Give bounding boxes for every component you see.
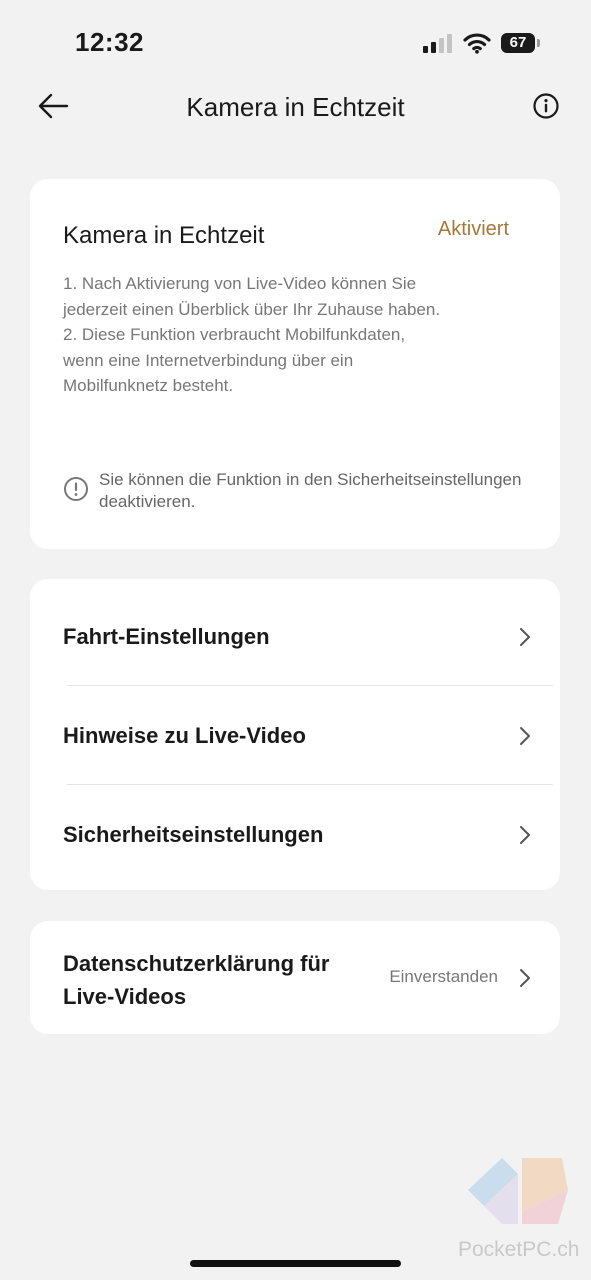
status-bar: 12:32 67 <box>0 0 591 88</box>
menu-item-sicherheitseinstellungen[interactable]: Sicherheitseinstellungen <box>30 785 560 884</box>
arrow-left-icon[interactable] <box>34 87 74 125</box>
chevron-right-icon <box>520 628 530 646</box>
wifi-icon <box>463 33 491 54</box>
menu-item-label: Hinweise zu Live-Video <box>63 723 306 748</box>
menu-item-fahrt-einstellungen[interactable]: Fahrt-Einstellungen <box>30 587 560 686</box>
battery-level: 67 <box>509 34 527 51</box>
info-circle-icon[interactable] <box>532 92 560 120</box>
chevron-right-icon <box>520 826 530 844</box>
live-camera-status[interactable]: Aktiviert <box>438 218 509 241</box>
menu-item-label: Fahrt-Einstellungen <box>63 624 270 649</box>
live-camera-title: Kamera in Echtzeit <box>63 222 265 249</box>
chevron-right-icon <box>520 969 530 987</box>
settings-menu-card: Fahrt-Einstellungen Hinweise zu Live-Vid… <box>30 579 560 890</box>
privacy-policy-status: Einverstanden <box>389 967 498 986</box>
menu-item-label: Sicherheitseinstellungen <box>63 822 324 847</box>
cellular-signal-icon <box>423 34 452 53</box>
nav-bar: Kamera in Echtzeit <box>0 80 591 132</box>
live-camera-card: Kamera in Echtzeit Aktiviert 1. Nach Akt… <box>30 179 560 549</box>
watermark-text: PocketPC.ch <box>458 1238 580 1261</box>
privacy-policy-row[interactable]: Datenschutzerklärung für Live-Videos Ein… <box>30 921 560 1034</box>
menu-item-hinweise-live-video[interactable]: Hinweise zu Live-Video <box>30 686 560 785</box>
status-time: 12:32 <box>75 27 144 57</box>
page-title: Kamera in Echtzeit <box>186 92 405 122</box>
chevron-right-icon <box>520 727 530 745</box>
description-line-1: 1. Nach Aktivierung von Live-Video könne… <box>63 274 441 319</box>
live-camera-description: 1. Nach Aktivierung von Live-Video könne… <box>63 271 443 399</box>
home-indicator[interactable] <box>190 1260 401 1267</box>
hint-text: Sie können die Funktion in den Sicherhei… <box>99 470 522 511</box>
battery-icon: 67 <box>501 33 541 53</box>
warning-circle-icon <box>64 477 88 501</box>
privacy-policy-label: Datenschutzerklärung für Live-Videos <box>63 951 330 1009</box>
pocketpc-logo-icon <box>468 1158 568 1224</box>
description-line-2: 2. Diese Funktion verbraucht Mobilfunkda… <box>63 325 406 395</box>
